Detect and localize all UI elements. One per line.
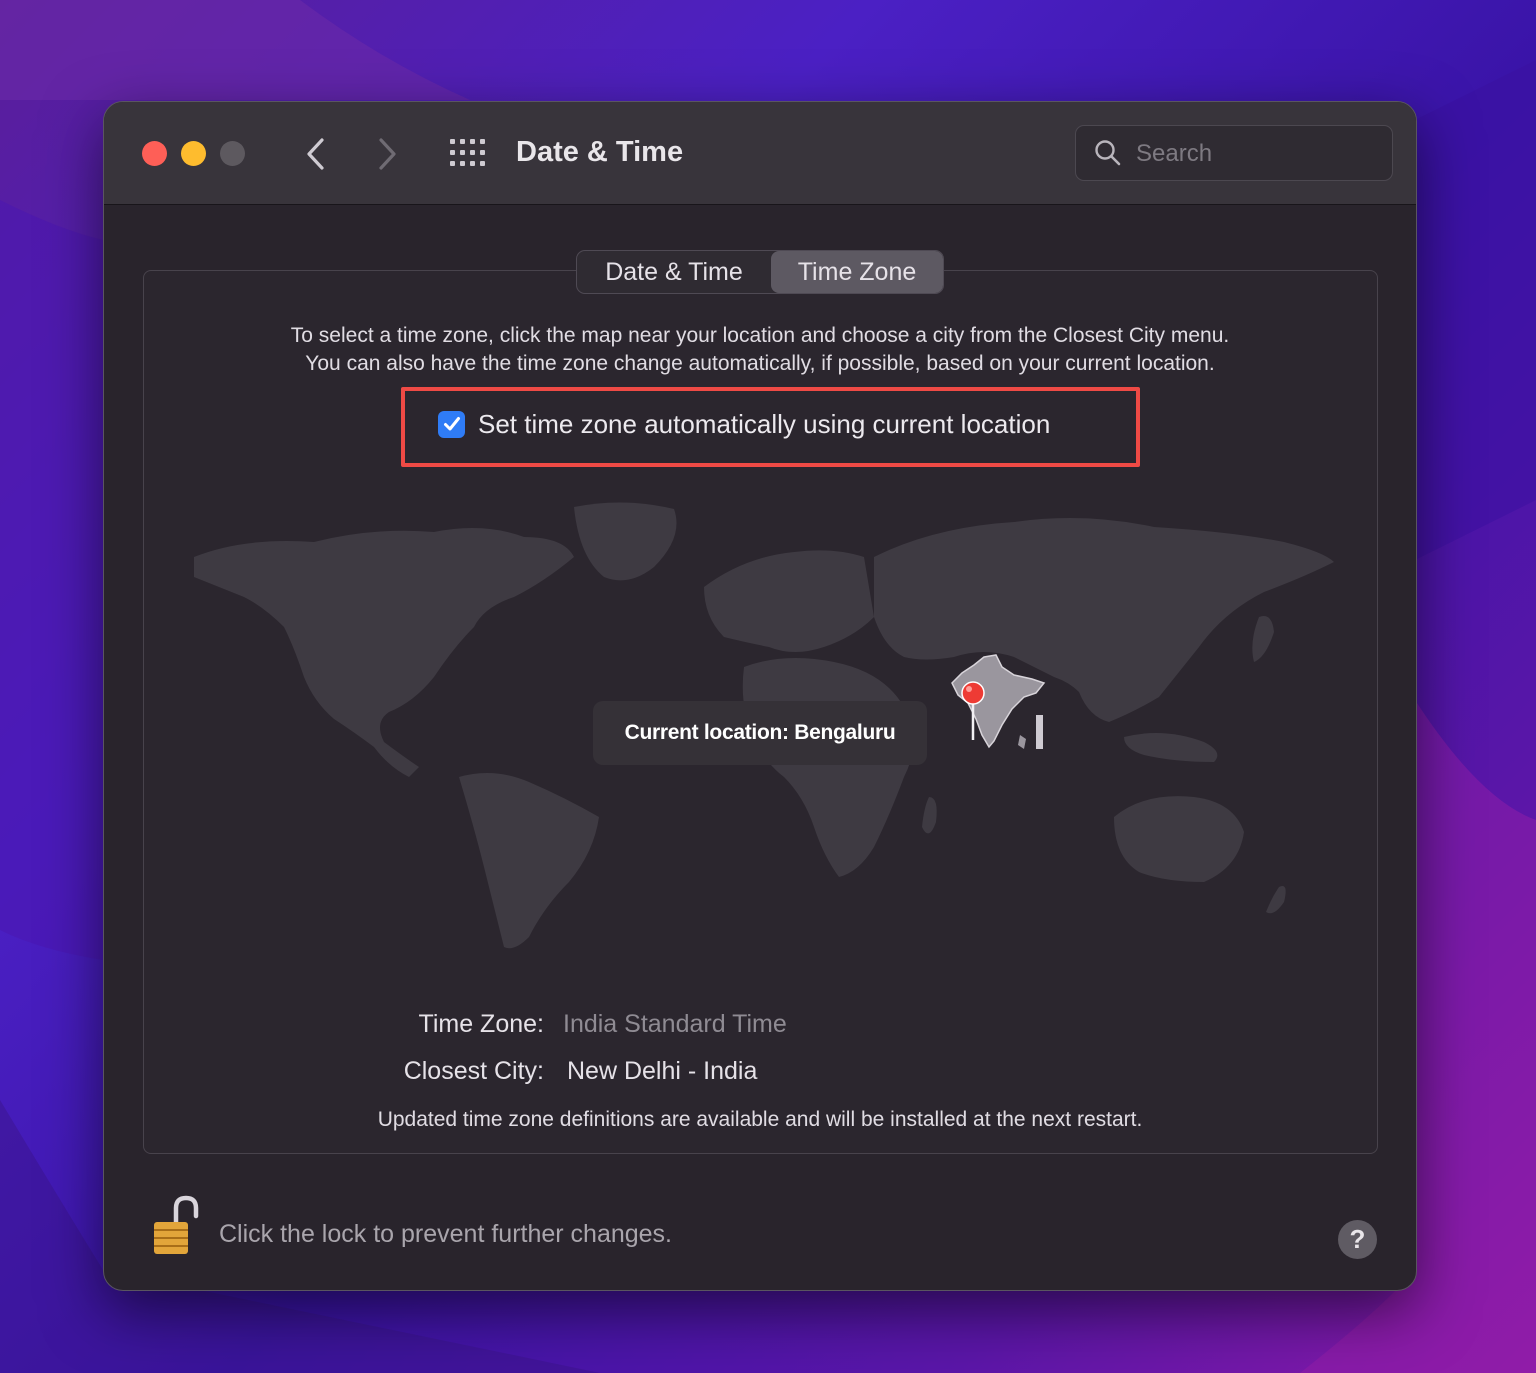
current-location-tooltip: Current location: Bengaluru xyxy=(593,701,927,765)
closest-city-popup[interactable]: New Delhi - India xyxy=(567,1057,757,1086)
window-title: Date & Time xyxy=(516,136,684,168)
chevron-right-icon xyxy=(379,138,396,170)
tab-date-time[interactable]: Date & Time xyxy=(577,251,771,293)
timezone-label: Time Zone: xyxy=(418,1010,544,1038)
minimize-button[interactable] xyxy=(181,141,206,166)
auto-timezone-label: Set time zone automatically using curren… xyxy=(478,408,1051,439)
timezone-marker xyxy=(1036,715,1043,749)
lock-button[interactable] xyxy=(150,1194,206,1265)
help-button[interactable]: ? xyxy=(1338,1220,1377,1259)
forward-button[interactable] xyxy=(368,132,408,176)
sri-lanka-region xyxy=(1018,735,1026,749)
toolbar: Date & Time xyxy=(104,102,1416,205)
auto-timezone-option[interactable]: Set time zone automatically using curren… xyxy=(438,408,1050,440)
tab-bar: Date & Time Time Zone xyxy=(576,250,944,294)
close-button[interactable] xyxy=(142,141,167,166)
search-input[interactable] xyxy=(1134,134,1378,174)
auto-timezone-checkbox[interactable] xyxy=(438,410,465,438)
search-icon xyxy=(1095,140,1121,166)
lock-message: Click the lock to prevent further change… xyxy=(219,1220,673,1248)
checkmark-icon xyxy=(443,417,460,431)
grid-icon xyxy=(450,139,485,166)
instructions-text: To select a time zone, click the map nea… xyxy=(104,322,1416,378)
instructions-line-1: To select a time zone, click the map nea… xyxy=(290,324,1230,347)
timezone-value: India Standard Time xyxy=(563,1010,787,1038)
chevron-left-icon xyxy=(307,138,324,170)
update-note: Updated time zone definitions are availa… xyxy=(377,1108,1143,1131)
show-all-button[interactable] xyxy=(448,137,488,169)
search-field[interactable] xyxy=(1075,125,1393,181)
zoom-button[interactable] xyxy=(220,141,245,166)
closest-city-label: Closest City: xyxy=(403,1057,544,1085)
back-button[interactable] xyxy=(295,132,335,176)
tab-time-zone[interactable]: Time Zone xyxy=(771,251,943,293)
lock-open-icon xyxy=(154,1195,199,1254)
instructions-line-2: You can also have the time zone change a… xyxy=(305,352,1215,375)
date-time-window: Date & Time Date & Time Time Zone To sel… xyxy=(103,101,1417,1291)
